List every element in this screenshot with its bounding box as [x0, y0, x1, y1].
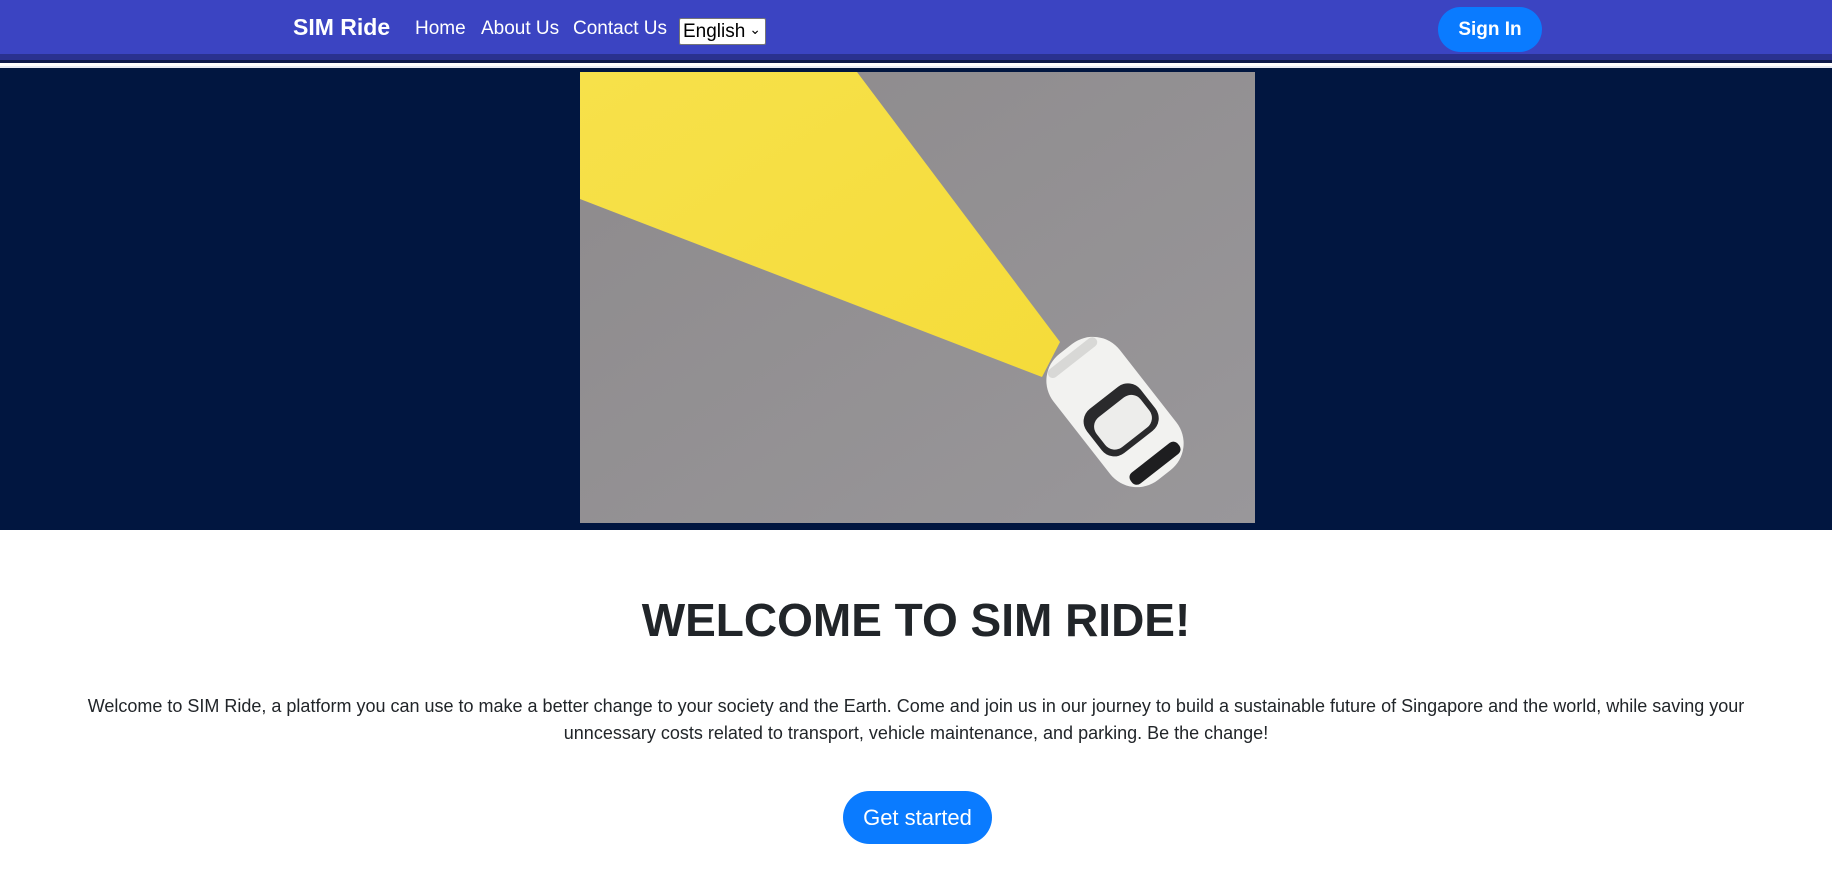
chevron-down-icon: ⌄ [749, 21, 761, 37]
brand-logo[interactable]: SIM Ride [293, 14, 390, 41]
language-select[interactable]: English ⌄ [679, 18, 766, 45]
nav-home[interactable]: Home [415, 18, 466, 40]
hero-image [580, 72, 1255, 523]
nav-contact-us[interactable]: Contact Us [573, 18, 667, 40]
page-title: WELCOME TO SIM RIDE! [641, 594, 1191, 646]
get-started-button[interactable]: Get started [843, 791, 992, 844]
language-selected: English [683, 20, 746, 42]
sign-in-button[interactable]: Sign In [1438, 7, 1542, 52]
top-navbar: SIM Ride Home About Us Contact Us Englis… [0, 0, 1832, 68]
welcome-description: Welcome to SIM Ride, a platform you can … [87, 696, 1745, 743]
hero-banner [0, 68, 1832, 530]
nav-about-us[interactable]: About Us [481, 18, 559, 40]
car-headlight-illustration [580, 72, 1255, 523]
